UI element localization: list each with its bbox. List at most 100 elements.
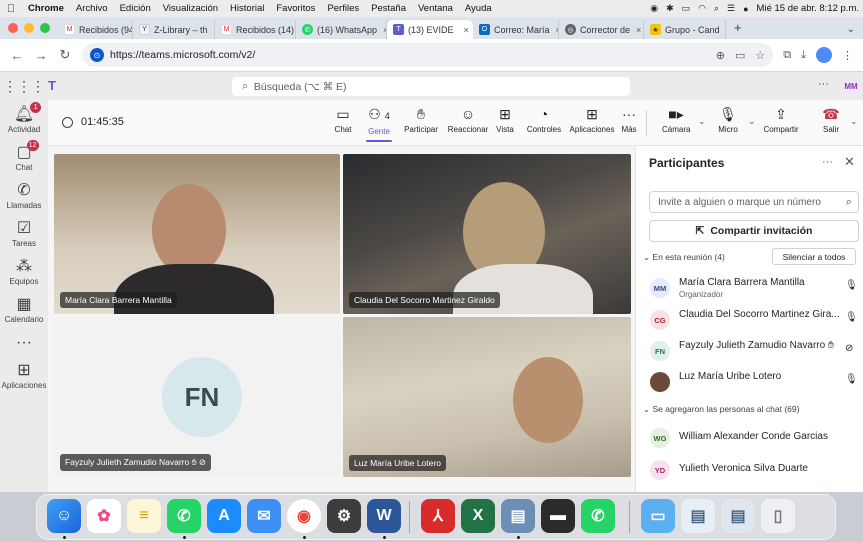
siri-icon[interactable]: ● (743, 4, 748, 14)
back-arrow-icon[interactable]: ← (10, 48, 24, 63)
close-window-button[interactable] (8, 23, 18, 33)
menu-visualizacion[interactable]: Visualización (157, 3, 224, 14)
creative-cloud-icon[interactable]: ◉ (650, 3, 658, 14)
participant-row[interactable]: CG Claudia Del Socorro Martinez Gira... … (646, 304, 860, 334)
extensions-icon[interactable]: ⧉ (783, 49, 791, 62)
chrome-menu-icon[interactable]: ⋮ (842, 49, 853, 62)
chat-member-row[interactable]: WG William Alexander Conde Garcias (646, 422, 860, 452)
chat-member-row[interactable]: YD Yulieth Veronica Silva Duarte (646, 454, 860, 484)
reload-icon[interactable]: ↻ (58, 47, 72, 63)
browser-tab-active[interactable]: T (13) EVIDE × (387, 20, 473, 39)
browser-tab[interactable]: ★ Grupo - Cand × (644, 20, 726, 39)
forward-arrow-icon[interactable]: → (34, 48, 48, 63)
share-invite-button[interactable]: ⇱ Compartir invitación (649, 220, 859, 242)
react-button[interactable]: ☺ Reaccionar (446, 105, 490, 134)
excel-icon[interactable]: X (461, 499, 495, 533)
added-chat-section-header[interactable]: ⌄ Se agregaron las personas al chat (69) (643, 404, 799, 415)
menu-ayuda[interactable]: Ayuda (459, 3, 498, 14)
control-center-icon[interactable]: ☰ (727, 3, 735, 14)
rail-item-llamadas[interactable]: ✆ Llamadas (0, 182, 48, 210)
url-field[interactable]: ⊙ https://teams.microsoft.com/v2/ ⊕ ▭ ☆ (82, 43, 774, 67)
chat-button[interactable]: ▭ Chat (332, 105, 354, 134)
preview-icon[interactable]: ▤ (501, 499, 535, 533)
bluetooth-icon[interactable]: ✱ (666, 3, 674, 14)
raise-hand-button[interactable]: ✋︎ Participar (400, 105, 442, 134)
rail-item-calendario[interactable]: ▦ Calendario (0, 296, 48, 324)
video-tile[interactable]: Luz María Uribe Lotero (343, 317, 631, 477)
bookmark-star-icon[interactable]: ☆ (755, 49, 765, 62)
close-tab-icon[interactable]: × (464, 25, 469, 35)
app-store-icon[interactable]: A (207, 499, 241, 533)
in-meeting-section-header[interactable]: ⌄ En esta reunión (4) (643, 252, 725, 263)
profile-avatar[interactable] (816, 47, 832, 63)
site-info-icon[interactable]: ⊙ (90, 48, 104, 62)
search-input[interactable]: ⌕ Búsqueda (⌥ ⌘ E) (232, 77, 630, 96)
camera-button[interactable]: ■▸ Cámara (662, 105, 690, 134)
mail-icon[interactable]: ✉ (247, 499, 281, 533)
mic-button[interactable]: 🎙︎ Micro (716, 105, 740, 134)
leave-button[interactable]: ☎ Salir (810, 105, 852, 134)
rail-item-more[interactable]: ··· (0, 334, 48, 352)
menu-edicion[interactable]: Edición (114, 3, 157, 14)
rail-item-chat[interactable]: ▢ 12 Chat (0, 140, 48, 172)
system-settings-icon[interactable]: ⚙ (327, 499, 361, 533)
tab-search-chevron-icon[interactable]: ⌄ (839, 24, 863, 39)
apple-icon[interactable]:  (0, 3, 22, 15)
new-tab-button[interactable]: + (726, 20, 750, 39)
downloads-stack-icon[interactable]: ▤ (681, 499, 715, 533)
browser-tab[interactable]: ◎ Corrector de × (559, 20, 644, 39)
rail-item-tareas[interactable]: ☑ Tareas (0, 220, 48, 248)
trash-icon[interactable]: ▯ (761, 499, 795, 533)
notes-icon[interactable]: ≡ (127, 499, 161, 533)
people-button[interactable]: ⚇ 4 Gente (364, 105, 394, 142)
menu-ventana[interactable]: Ventana (412, 3, 459, 14)
battery-icon[interactable]: ▭ (682, 3, 691, 14)
video-tile[interactable]: Claudia Del Socorro Martinez Giraldo (343, 154, 631, 314)
rail-item-actividad[interactable]: 🔔︎ 1 Actividad (0, 102, 48, 134)
menu-historial[interactable]: Historial (224, 3, 270, 14)
zoom-window-button[interactable] (40, 23, 50, 33)
apps-button[interactable]: ⊞ Aplicaciones (566, 105, 618, 134)
menu-perfiles[interactable]: Perfiles (321, 3, 365, 14)
mic-chevron-icon[interactable]: ⌄ (748, 116, 756, 127)
menu-pestana[interactable]: Pestaña (365, 3, 412, 14)
zoom-icon[interactable]: ⊕ (716, 49, 725, 62)
browser-tab[interactable]: Y Z-Library – th × (133, 20, 215, 39)
media-app-icon[interactable]: ▬ (541, 499, 575, 533)
folder-icon[interactable]: ▭ (641, 499, 675, 533)
rail-item-aplicaciones[interactable]: ⊞ Aplicaciones (0, 362, 48, 390)
camera-chevron-icon[interactable]: ⌄ (698, 116, 706, 127)
video-tile[interactable]: María Clara Barrera Mantilla (54, 154, 340, 314)
photos-icon[interactable]: ✿ (87, 499, 121, 533)
user-avatar[interactable]: MM (841, 76, 861, 96)
chrome-icon[interactable]: ◉ (287, 499, 321, 533)
cast-icon[interactable]: ▭ (735, 49, 745, 62)
participant-row[interactable]: Luz María Uribe Lotero 🎙︎ (646, 366, 860, 396)
share-button[interactable]: ⇪ Compartir (762, 105, 800, 134)
download-icon[interactable]: ⤓ (801, 49, 806, 62)
close-tab-icon[interactable]: × (636, 25, 641, 35)
participant-row[interactable]: FN Fayzuly Julieth Zamudio Navarro ✋︎ ⊘ (646, 335, 860, 365)
whatsapp-icon[interactable]: ✆ (167, 499, 201, 533)
app-launcher-icon[interactable]: ⋮⋮⋮ (0, 78, 48, 95)
more-options-icon[interactable]: ··· (818, 78, 829, 90)
view-button[interactable]: ⊞ Vista (494, 105, 516, 134)
acrobat-icon[interactable]: ⅄ (421, 499, 455, 533)
panel-more-icon[interactable]: ··· (822, 156, 833, 168)
wifi-icon[interactable]: ◠ (698, 3, 706, 14)
video-tile[interactable]: FN Fayzuly Julieth Zamudio Navarro ✋︎ ⊘ (54, 317, 340, 477)
invite-input[interactable]: Invite a alguien o marque un número ⌕ (649, 191, 859, 213)
rail-item-equipos[interactable]: ⁂ Equipos (0, 258, 48, 286)
menu-favoritos[interactable]: Favoritos (270, 3, 321, 14)
whatsapp-minimized-icon[interactable]: ✆ (581, 499, 615, 533)
browser-tab[interactable]: O Correo: María × (473, 20, 559, 39)
documents-stack-icon[interactable]: ▤ (721, 499, 755, 533)
participant-row[interactable]: MM María Clara Barrera Mantilla Organiza… (646, 272, 860, 302)
menu-app-chrome[interactable]: Chrome (22, 3, 70, 14)
leave-chevron-icon[interactable]: ⌄ (850, 116, 858, 127)
spotlight-search-icon[interactable]: ⌕ (714, 3, 719, 14)
finder-icon[interactable]: ☺ (47, 499, 81, 533)
word-icon[interactable]: W (367, 499, 401, 533)
browser-tab[interactable]: M Recibidos (14) × (215, 20, 296, 39)
menu-archivo[interactable]: Archivo (70, 3, 114, 14)
